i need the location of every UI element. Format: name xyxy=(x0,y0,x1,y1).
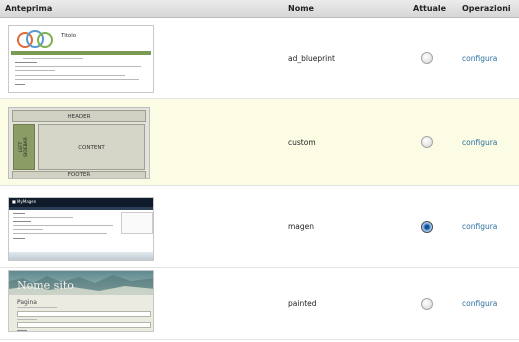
column-header-current: Attuale xyxy=(371,0,451,18)
table-row: HEADER LEFT SIDEBAR CONTENT FOOTER custo… xyxy=(0,98,519,186)
thumbnail-page-title: Pagina xyxy=(17,299,37,306)
thumbnail-site-title: Nome sito xyxy=(17,279,74,292)
table-header-row: Anteprima Nome Attuale Operazioni xyxy=(0,0,519,18)
layout-sidebar-label: LEFT SIDEBAR xyxy=(19,137,29,157)
table-row: ■ MyMagen magen configura xyxy=(0,185,519,268)
theme-name: ad_blueprint xyxy=(283,17,371,99)
thumbnail-site-title: Titolo xyxy=(61,33,77,39)
current-theme-radio[interactable] xyxy=(421,52,433,64)
current-theme-radio[interactable] xyxy=(421,136,433,148)
configure-link[interactable]: configura xyxy=(462,54,497,63)
current-theme-radio[interactable] xyxy=(421,220,433,233)
column-header-operations: Operazioni xyxy=(451,0,519,18)
theme-preview-thumbnail: Nome sito Pagina xyxy=(8,270,154,332)
theme-preview-thumbnail: Titolo xyxy=(8,25,154,93)
layout-header-block: HEADER xyxy=(12,110,146,122)
table-row: Titolo ad_blueprint configura xyxy=(0,17,519,99)
column-header-name: Nome xyxy=(283,0,371,18)
configure-link[interactable]: configura xyxy=(462,138,497,147)
table-row: Nome sito Pagina painted configura xyxy=(0,267,519,340)
logo-icon xyxy=(17,30,53,48)
themes-table: Anteprima Nome Attuale Operazioni Titolo xyxy=(0,0,519,340)
column-header-preview: Anteprima xyxy=(0,0,283,18)
theme-preview-thumbnail: HEADER LEFT SIDEBAR CONTENT FOOTER xyxy=(8,107,150,179)
theme-name: magen xyxy=(283,185,371,268)
configure-link[interactable]: configura xyxy=(462,222,497,231)
layout-sidebar-block: LEFT SIDEBAR xyxy=(13,124,35,170)
layout-content-block: CONTENT xyxy=(38,124,145,170)
layout-footer-block: FOOTER xyxy=(12,171,146,178)
theme-preview-thumbnail: ■ MyMagen xyxy=(8,196,154,261)
theme-name: custom xyxy=(283,98,371,186)
current-theme-radio[interactable] xyxy=(421,297,433,310)
thumbnail-brand: ■ MyMagen xyxy=(12,198,37,204)
configure-link[interactable]: configura xyxy=(462,299,497,308)
theme-name: painted xyxy=(283,267,371,340)
